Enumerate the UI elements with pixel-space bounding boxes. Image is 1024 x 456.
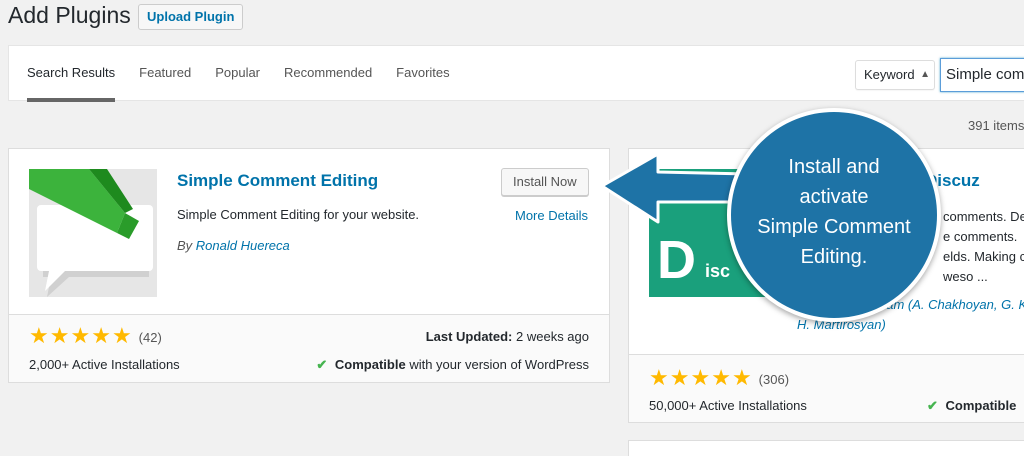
select-arrows-icon: ▲ <box>920 69 930 80</box>
discuz-letter: D <box>657 230 696 290</box>
plugin-description: Simple Comment Editing for your website. <box>177 207 420 222</box>
star-icon: ★ <box>711 366 731 391</box>
search-type-label: Keyword <box>864 67 915 82</box>
callout-line: Editing. <box>800 246 868 268</box>
plugin-card-simple-comment-editing: Simple Comment Editing Install Now More … <box>8 148 610 383</box>
star-icon: ★ <box>731 366 752 391</box>
active-installs: 2,000+ Active Installations <box>29 357 180 372</box>
tab-recommended[interactable]: Recommended <box>284 46 372 102</box>
star-rating: ★ ★ ★ ★ ★ (42) <box>29 324 162 349</box>
callout-line: activate <box>799 186 869 208</box>
tab-search-results[interactable]: Search Results <box>27 46 116 102</box>
star-icon: ★ <box>669 366 690 391</box>
discuz-word: isc <box>705 261 731 281</box>
last-updated-value: 2 weeks ago <box>516 329 589 344</box>
compat-rest: with your version of WordPress <box>409 357 589 372</box>
plugin-card-bottom: ★ ★ ★ ★ ★ (306) 50,000+ Active Installat… <box>629 354 1024 422</box>
desc-line: comments. De <box>943 209 1024 224</box>
filter-bar: Search Results Featured Popular Recommen… <box>8 45 1024 102</box>
star-icon: ★ <box>29 324 49 349</box>
tab-popular[interactable]: Popular <box>215 46 260 102</box>
desc-line: elds. Making co <box>943 249 1024 264</box>
check-icon: ✔ <box>927 398 938 413</box>
plugin-author: By Ronald Huereca <box>177 238 290 253</box>
compat-bold: Compatible <box>334 357 406 372</box>
check-icon: ✔ <box>316 357 328 372</box>
tab-featured[interactable]: Featured <box>139 46 191 102</box>
rating-count: (306) <box>758 371 790 387</box>
callout-bubble: Install and activate Simple Comment Edit… <box>727 108 941 322</box>
plugin-card-top: Simple Comment Editing Install Now More … <box>9 149 609 314</box>
star-icon: ★ <box>49 324 70 349</box>
callout-text: Install and activate Simple Comment Edit… <box>731 152 937 272</box>
compatibility: ✔ Compatible <box>927 398 1016 414</box>
last-updated: Last Updated: 2 weeks ago <box>426 329 589 344</box>
results-count: 391 items <box>968 118 1024 133</box>
callout-line: Simple Comment <box>757 216 911 238</box>
page-title: Add Plugins <box>8 2 131 28</box>
callout-line: Install and <box>788 156 880 178</box>
star-icon: ★ <box>91 324 111 349</box>
desc-line: e comments. <box>943 229 1018 244</box>
tab-favorites[interactable]: Favorites <box>396 46 449 102</box>
search-input[interactable]: Simple comment editing <box>940 58 1024 92</box>
star-icon: ★ <box>649 366 669 391</box>
search-type-select[interactable]: Keyword ▲ <box>855 60 935 90</box>
plugin-card-next <box>628 440 1024 456</box>
plugin-icon <box>29 169 157 297</box>
star-icon: ★ <box>690 366 711 391</box>
plugin-card-bottom: ★ ★ ★ ★ ★ (42) 2,000+ Active Installatio… <box>9 314 609 382</box>
compatibility: ✔ Compatible with your version of WordPr… <box>316 357 589 373</box>
plugin-name[interactable]: Simple Comment Editing <box>177 171 378 191</box>
upload-plugin-button[interactable]: Upload Plugin <box>138 4 244 30</box>
author-prefix: By <box>177 238 193 253</box>
last-updated-label: Last Updated: <box>425 329 513 344</box>
star-icon: ★ <box>111 324 132 349</box>
star-rating: ★ ★ ★ ★ ★ (306) <box>649 366 790 391</box>
author-link[interactable]: Ronald Huereca <box>196 238 290 253</box>
desc-line: weso ... <box>943 269 988 284</box>
plugin-description: comments. De e comments. elds. Making co… <box>943 207 1024 287</box>
more-details-link[interactable]: More Details <box>515 208 588 223</box>
install-now-button[interactable]: Install Now <box>501 168 589 196</box>
rating-count: (42) <box>138 329 162 345</box>
compat-bold: Compatible <box>945 398 1017 413</box>
filter-tabs: Search Results Featured Popular Recommen… <box>27 46 474 102</box>
active-installs: 50,000+ Active Installations <box>649 398 807 413</box>
star-icon: ★ <box>70 324 91 349</box>
